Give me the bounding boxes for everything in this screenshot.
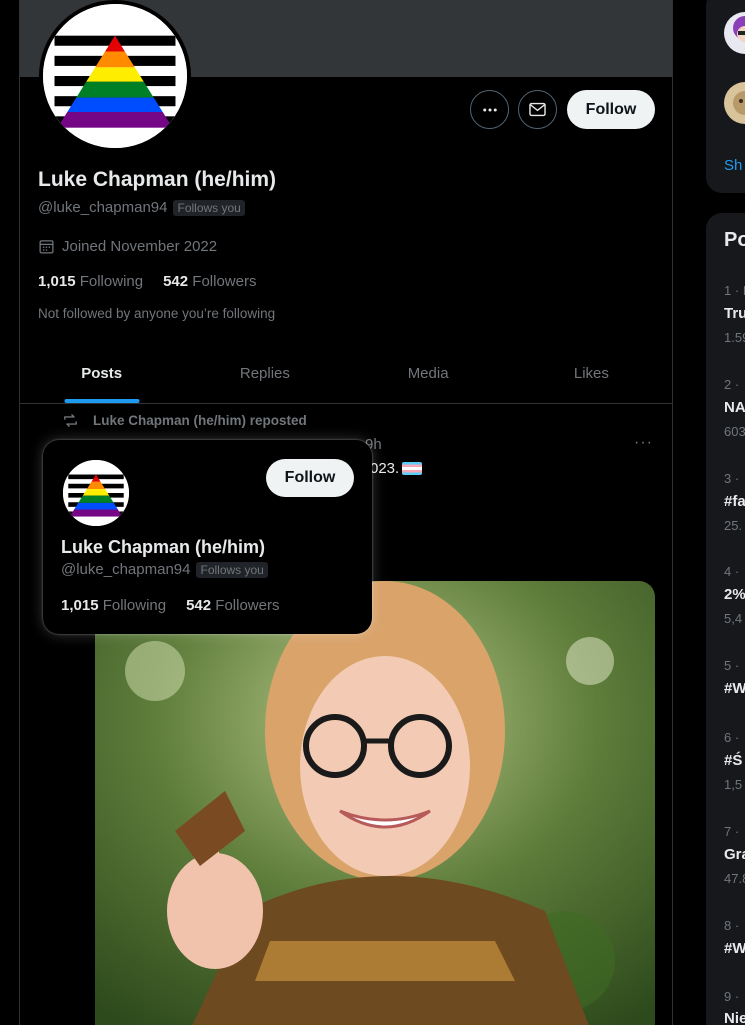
handle-row: @luke_chapman94 Follows you [38, 199, 245, 216]
hovercard-stats: 1,015 Following 542 Followers [61, 597, 279, 614]
hovercard-following-label: Following [102, 597, 167, 614]
post-text: 023. [370, 460, 423, 477]
following-label: Following [79, 273, 144, 290]
straight-ally-flag-avatar [63, 460, 129, 526]
tab-likes[interactable]: Likes [510, 344, 672, 403]
hovercard-avatar[interactable] [61, 458, 131, 528]
trend-item[interactable]: Gra [724, 846, 745, 863]
trend-count: 5,4 [724, 611, 743, 626]
trend-rank: 4 · [724, 564, 740, 579]
hovercard-handle-row: @luke_chapman94 Follows you [61, 561, 268, 578]
more-options-button[interactable] [470, 90, 509, 129]
tab-posts[interactable]: Posts [20, 344, 183, 403]
hovercard-follow-button[interactable]: Follow [266, 459, 354, 497]
hovercard-followers-count: 542 [186, 597, 212, 614]
hovercard-following-count: 1,015 [61, 597, 99, 614]
trend-rank: 9 · [724, 989, 740, 1004]
hovercard-following-link[interactable]: 1,015 Following [61, 597, 166, 614]
not-followed-note: Not followed by anyone you’re following [38, 306, 276, 321]
post-more-button[interactable]: ··· [634, 434, 653, 452]
envelope-icon [529, 102, 546, 117]
profile-hovercard: Follow Luke Chapman (he/him) @luke_chapm… [43, 440, 372, 634]
follow-button[interactable]: Follow [567, 90, 655, 129]
followers-label: Followers [192, 273, 257, 290]
trends-title: Po [724, 229, 745, 251]
post-text-fragment: 023. [370, 460, 400, 477]
followers-count: 542 [163, 273, 189, 290]
post-image[interactable] [95, 581, 655, 1025]
show-more-link[interactable]: Sh [724, 157, 742, 174]
following-link[interactable]: 1,015 Following [38, 273, 143, 290]
calendar-icon [39, 240, 54, 254]
trend-item[interactable]: #Ś [724, 752, 742, 769]
trend-item[interactable]: Nie [724, 1010, 745, 1025]
hovercard-followers-label: Followers [215, 597, 280, 614]
profile-handle: @luke_chapman94 [38, 199, 168, 216]
more-horizontal-icon [482, 108, 497, 111]
profile-tabs: Posts Replies Media Likes [20, 344, 672, 404]
trend-rank: 8 · [724, 918, 740, 933]
hovercard-name[interactable]: Luke Chapman (he/him) [61, 537, 265, 558]
trend-rank: 5 · [724, 658, 740, 673]
hovercard-follows-you-badge: Follows you [196, 561, 268, 578]
following-count: 1,015 [38, 273, 76, 290]
tab-replies[interactable]: Replies [183, 344, 346, 403]
repost-indicator: Luke Chapman (he/him) reposted [62, 412, 307, 429]
trend-count: 47.8 [724, 871, 745, 886]
repost-label[interactable]: Luke Chapman (he/him) reposted [93, 413, 307, 428]
trend-count: 603 [724, 424, 745, 439]
trend-rank: 3 · [724, 471, 740, 486]
joined-date: Joined November 2022 [38, 238, 217, 255]
tab-media[interactable]: Media [347, 344, 510, 403]
follow-stats: 1,015 Following 542 Followers [38, 273, 256, 290]
profile-name: Luke Chapman (he/him) [38, 168, 277, 191]
hovercard-followers-link[interactable]: 542 Followers [186, 597, 279, 614]
joined-label: Joined November 2022 [62, 238, 218, 255]
post-photo [95, 581, 655, 1025]
trend-item[interactable]: #W [724, 940, 745, 957]
repost-icon [64, 414, 77, 427]
trend-item[interactable]: Tru [724, 305, 745, 322]
straight-ally-flag-avatar [43, 4, 187, 148]
trend-item[interactable]: NA [724, 399, 745, 416]
trend-item[interactable]: #W [724, 680, 745, 697]
followers-link[interactable]: 542 Followers [163, 273, 256, 290]
trend-count: 25. [724, 518, 743, 533]
trend-item[interactable]: 2% [724, 586, 745, 603]
trend-count: 1,5 [724, 777, 743, 792]
follows-you-badge: Follows you [173, 199, 245, 216]
trend-rank: 7 · [724, 824, 740, 839]
trend-rank: 1 · I [724, 283, 745, 298]
profile-avatar[interactable] [39, 0, 191, 152]
message-button[interactable] [518, 90, 557, 129]
trans-flag-emoji [402, 462, 423, 475]
hovercard-handle[interactable]: @luke_chapman94 [61, 561, 190, 578]
trend-rank: 2 · [724, 377, 740, 392]
trend-rank: 6 · [724, 730, 740, 745]
trend-item[interactable]: #fa [724, 493, 745, 510]
trend-count: 1.59 [724, 330, 745, 345]
